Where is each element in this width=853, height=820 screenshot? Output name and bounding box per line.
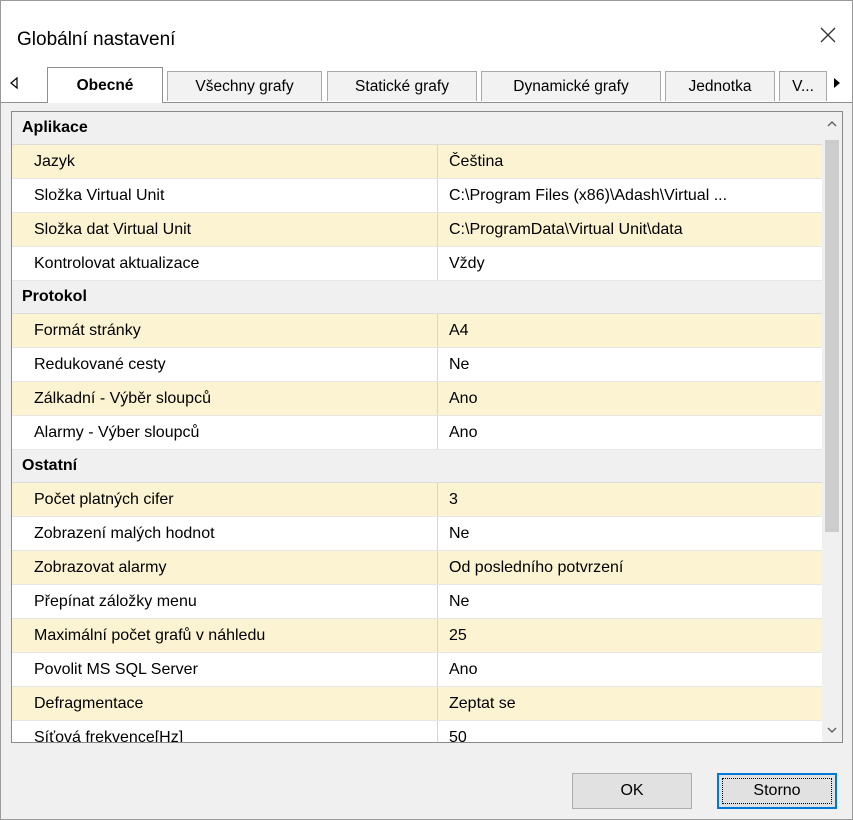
tab-strip: Obecné Všechny grafy Statické grafy Dyna… — [1, 63, 852, 103]
property-row-maximalni-pocet-grafu[interactable]: Maximální počet grafů v náhledu 25 — [12, 619, 822, 653]
property-row-alarmy-vyber-sloupcu[interactable]: Alarmy - Výber sloupců Ano — [12, 416, 822, 450]
property-row-format-stranky[interactable]: Formát stránky A4 — [12, 314, 822, 348]
property-value[interactable]: Ano — [438, 382, 822, 415]
property-value[interactable]: Ne — [438, 517, 822, 550]
title-bar: Globální nastavení — [1, 1, 852, 63]
category-label: Protokol — [22, 288, 87, 305]
property-name: Jazyk — [12, 145, 438, 178]
property-row-defragmentace[interactable]: Defragmentace Zeptat se — [12, 687, 822, 721]
property-value[interactable]: Čeština — [438, 145, 822, 178]
close-icon — [820, 27, 836, 43]
property-name: Maximální počet grafů v náhledu — [12, 619, 438, 652]
property-value[interactable]: 25 — [438, 619, 822, 652]
property-name: Redukované cesty — [12, 348, 438, 381]
triangle-left-icon — [10, 77, 18, 89]
property-row-zakladni-vyber-sloupcu[interactable]: Zálkadní - Výběr sloupců Ano — [12, 382, 822, 416]
property-value[interactable]: Vždy — [438, 247, 822, 280]
property-name: Složka dat Virtual Unit — [12, 213, 438, 246]
property-value[interactable]: 3 — [438, 483, 822, 516]
property-name: Formát stránky — [12, 314, 438, 347]
property-value[interactable]: Ano — [438, 416, 822, 449]
property-name: Přepínat záložky menu — [12, 585, 438, 618]
tab-staticke-grafy[interactable]: Statické grafy — [327, 71, 477, 101]
property-name: Kontrolovat aktualizace — [12, 247, 438, 280]
property-name: Defragmentace — [12, 687, 438, 720]
tab-scroll-left-button[interactable] — [7, 73, 21, 93]
close-button[interactable] — [804, 13, 852, 57]
tab-label: Statické grafy — [355, 77, 449, 95]
tab-jednotka[interactable]: Jednotka — [665, 71, 775, 101]
tab-scroll-right-button[interactable] — [830, 73, 844, 93]
property-name: Počet platných cifer — [12, 483, 438, 516]
tab-label: V... — [792, 77, 814, 95]
tab-dynamicke-grafy[interactable]: Dynamické grafy — [481, 71, 661, 101]
property-grid: Aplikace Jazyk Čeština Složka Virtual Un… — [11, 111, 843, 743]
property-row-prepinat-zalozky-menu[interactable]: Přepínat záložky menu Ne — [12, 585, 822, 619]
property-name: Zálkadní - Výběr sloupců — [12, 382, 438, 415]
tab-label: Dynamické grafy — [513, 77, 629, 95]
property-row-slozka-virtual-unit[interactable]: Složka Virtual Unit C:\Program Files (x8… — [12, 179, 822, 213]
category-label: Aplikace — [22, 119, 88, 136]
ok-button-label: OK — [620, 782, 644, 799]
category-protokol[interactable]: Protokol — [12, 281, 822, 314]
property-row-jazyk[interactable]: Jazyk Čeština — [12, 145, 822, 179]
tab-obecne[interactable]: Obecné — [47, 67, 163, 103]
settings-dialog: Globální nastavení Obecné Všechny grafy … — [0, 0, 853, 820]
property-name: Alarmy - Výber sloupců — [12, 416, 438, 449]
scroll-up-button[interactable] — [822, 112, 842, 136]
vertical-scrollbar[interactable] — [822, 112, 842, 742]
chevron-up-icon — [827, 121, 837, 127]
property-row-zobrazovat-alarmy[interactable]: Zobrazovat alarmy Od posledního potvrzen… — [12, 551, 822, 585]
property-rows: Aplikace Jazyk Čeština Složka Virtual Un… — [12, 112, 822, 743]
property-row-pocet-platnych-cifer[interactable]: Počet platných cifer 3 — [12, 483, 822, 517]
property-value[interactable]: A4 — [438, 314, 822, 347]
scrollbar-thumb[interactable] — [825, 140, 839, 532]
cancel-button[interactable]: Storno — [717, 773, 837, 809]
property-value[interactable]: Ano — [438, 653, 822, 686]
property-row-sitova-frekvence[interactable]: Síťová frekvence[Hz] 50 — [12, 721, 822, 743]
chevron-down-icon — [827, 727, 837, 733]
property-name: Síťová frekvence[Hz] — [12, 721, 438, 742]
tab-label: Všechny grafy — [195, 77, 294, 95]
property-name: Povolit MS SQL Server — [12, 653, 438, 686]
scroll-down-button[interactable] — [822, 718, 842, 742]
property-row-zobrazeni-malych-hodnot[interactable]: Zobrazení malých hodnot Ne — [12, 517, 822, 551]
category-ostatni[interactable]: Ostatní — [12, 450, 822, 483]
property-name: Zobrazovat alarmy — [12, 551, 438, 584]
ok-button[interactable]: OK — [572, 773, 692, 809]
category-label: Ostatní — [22, 457, 78, 474]
property-value[interactable]: C:\ProgramData\Virtual Unit\data — [438, 213, 822, 246]
triangle-right-icon — [834, 78, 840, 88]
property-value[interactable]: Od posledního potvrzení — [438, 551, 822, 584]
tab-label: Jednotka — [688, 77, 752, 95]
property-row-kontrolovat-aktualizace[interactable]: Kontrolovat aktualizace Vždy — [12, 247, 822, 281]
property-name: Složka Virtual Unit — [12, 179, 438, 212]
property-value[interactable]: 50 — [438, 721, 822, 743]
dialog-title: Globální nastavení — [17, 29, 176, 50]
property-name: Zobrazení malých hodnot — [12, 517, 438, 550]
tab-vsechny-grafy[interactable]: Všechny grafy — [167, 71, 322, 101]
focus-rectangle — [722, 778, 832, 804]
property-value[interactable]: C:\Program Files (x86)\Adash\Virtual ... — [438, 179, 822, 212]
property-row-povolit-ms-sql-server[interactable]: Povolit MS SQL Server Ano — [12, 653, 822, 687]
property-row-redukovane-cesty[interactable]: Redukované cesty Ne — [12, 348, 822, 382]
category-aplikace[interactable]: Aplikace — [12, 112, 822, 145]
property-value[interactable]: Zeptat se — [438, 687, 822, 720]
property-value[interactable]: Ne — [438, 348, 822, 381]
property-row-slozka-dat[interactable]: Složka dat Virtual Unit C:\ProgramData\V… — [12, 213, 822, 247]
tab-more[interactable]: V... — [779, 71, 827, 101]
tab-label: Obecné — [76, 76, 134, 94]
property-value[interactable]: Ne — [438, 585, 822, 618]
